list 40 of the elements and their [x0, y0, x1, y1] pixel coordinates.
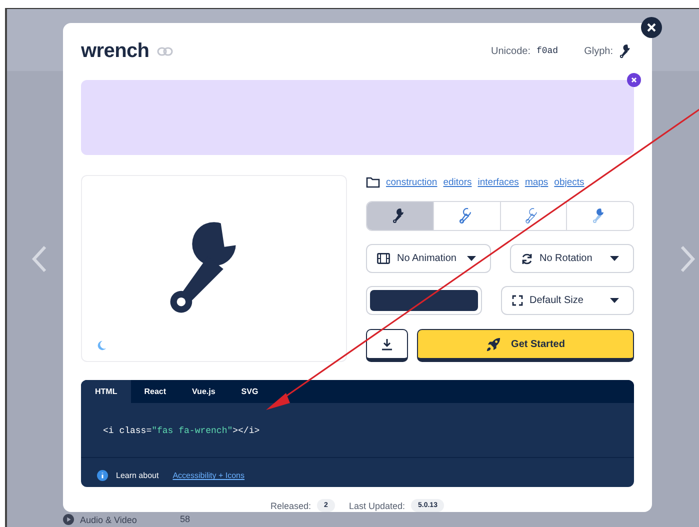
style-toggle[interactable]	[566, 202, 633, 230]
download-button[interactable]	[366, 329, 408, 362]
category-count: 58	[180, 514, 190, 524]
animation-dropdown[interactable]: No Animation	[366, 244, 490, 274]
rotate-icon	[520, 252, 532, 265]
download-icon	[381, 338, 393, 351]
style-toggle[interactable]	[367, 202, 433, 230]
accessibility-link[interactable]: Accessibility + Icons	[172, 471, 245, 480]
learn-about-text: Learn about	[116, 471, 159, 480]
tag-link[interactable]: maps	[524, 176, 548, 188]
tag-link[interactable]: construction	[386, 176, 438, 188]
code-tab[interactable]: React	[131, 380, 180, 404]
tag-link[interactable]: interfaces	[478, 176, 519, 188]
film-icon	[377, 253, 390, 264]
glyph-label: Glyph:	[584, 46, 613, 57]
code-snippet: <i class="fas fa-wrench"></i>	[102, 425, 261, 438]
folder-icon	[366, 176, 380, 188]
caret-icon	[610, 298, 619, 304]
category-label: Audio & Video	[80, 514, 137, 524]
unicode-label: Unicode:	[491, 46, 530, 57]
code-tab[interactable]: SVG	[228, 380, 272, 404]
tag-link[interactable]: editors	[443, 176, 472, 188]
unicode-value: f0ad	[536, 46, 558, 56]
code-tab[interactable]: Vue.js	[179, 380, 228, 404]
arrowhead-icon	[266, 393, 290, 410]
color-swatch[interactable]	[370, 290, 478, 312]
size-dropdown[interactable]: Default Size	[500, 286, 634, 316]
updated-label: Last Updated:	[348, 500, 405, 511]
icon-title: wrench	[81, 40, 150, 63]
tag-link[interactable]: objects	[554, 176, 584, 188]
code-tab[interactable]: HTML	[81, 380, 132, 404]
released-label: Released:	[270, 500, 312, 511]
rotation-dropdown[interactable]: No Rotation	[510, 244, 634, 274]
rocket-icon	[486, 336, 502, 352]
expand-icon	[512, 295, 522, 306]
caret-icon	[466, 256, 476, 262]
caret-icon	[610, 256, 619, 262]
close-icon[interactable]	[627, 72, 641, 87]
info-icon	[97, 470, 108, 482]
get-started-button[interactable]: Get Started	[417, 329, 634, 362]
